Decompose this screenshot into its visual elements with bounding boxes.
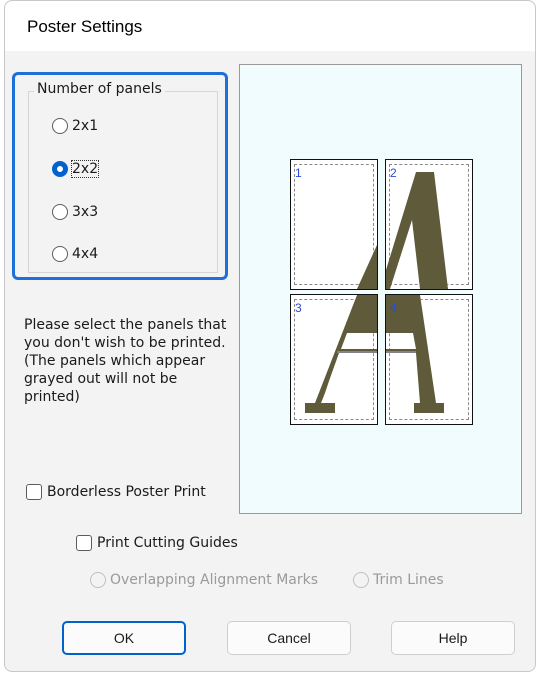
cutting-guides-checkbox-box[interactable] xyxy=(76,535,92,551)
title-bar[interactable]: Poster Settings xyxy=(5,1,535,51)
panel-2-glyph xyxy=(386,172,448,289)
cancel-button[interactable]: Cancel xyxy=(227,621,351,655)
preview-panel-1[interactable]: 1 xyxy=(290,159,378,290)
preview-panel-4[interactable]: 4 xyxy=(385,294,473,425)
radio-2x1[interactable]: 2x1 xyxy=(52,118,98,134)
panel-2-number: 2 xyxy=(390,166,397,180)
overlapping-alignment-marks-radio[interactable]: Overlapping Alignment Marks xyxy=(90,572,318,588)
ok-button[interactable]: OK xyxy=(62,621,186,655)
cutting-guides-label: Print Cutting Guides xyxy=(97,535,238,551)
radio-2x2[interactable]: 2x2 xyxy=(52,160,100,178)
borderless-checkbox-box[interactable] xyxy=(26,484,42,500)
panel-3-glyph xyxy=(305,295,377,413)
group-legend: Number of panels xyxy=(34,81,165,97)
radio-4x4[interactable]: 4x4 xyxy=(52,246,98,262)
borderless-checkbox-label: Borderless Poster Print xyxy=(47,484,206,500)
trim-lines-radio[interactable]: Trim Lines xyxy=(353,572,444,588)
radio-3x3-button[interactable] xyxy=(52,204,68,220)
borderless-poster-checkbox[interactable]: Borderless Poster Print xyxy=(26,484,206,500)
dialog-title: Poster Settings xyxy=(27,17,143,36)
overlapping-radio-button[interactable] xyxy=(90,572,106,588)
panel-1-glyph xyxy=(357,245,377,289)
radio-4x4-label: 4x4 xyxy=(72,246,99,262)
radio-2x1-label: 2x1 xyxy=(72,118,99,134)
trim-lines-radio-button[interactable] xyxy=(353,572,369,588)
help-button[interactable]: Help xyxy=(391,621,515,655)
radio-2x1-button[interactable] xyxy=(52,118,68,134)
panel-3-number: 3 xyxy=(295,301,302,315)
panel-1-number: 1 xyxy=(295,166,302,180)
radio-2x2-button[interactable] xyxy=(52,161,68,177)
poster-preview: 1 2 3 4 xyxy=(239,64,522,514)
radio-2x2-label: 2x2 xyxy=(70,160,100,178)
radio-3x3-label: 3x3 xyxy=(72,204,99,220)
preview-panel-2[interactable]: 2 xyxy=(385,159,473,290)
instructions-text: Please select the panels that you don't … xyxy=(24,317,227,405)
print-cutting-guides-checkbox[interactable]: Print Cutting Guides xyxy=(76,535,238,551)
panel-4-number: 4 xyxy=(390,301,397,315)
trim-lines-radio-label: Trim Lines xyxy=(373,572,444,588)
radio-4x4-button[interactable] xyxy=(52,246,68,262)
radio-3x3[interactable]: 3x3 xyxy=(52,204,98,220)
overlapping-radio-label: Overlapping Alignment Marks xyxy=(110,572,319,588)
preview-panel-3[interactable]: 3 xyxy=(290,294,378,425)
panel-4-glyph xyxy=(386,295,444,413)
